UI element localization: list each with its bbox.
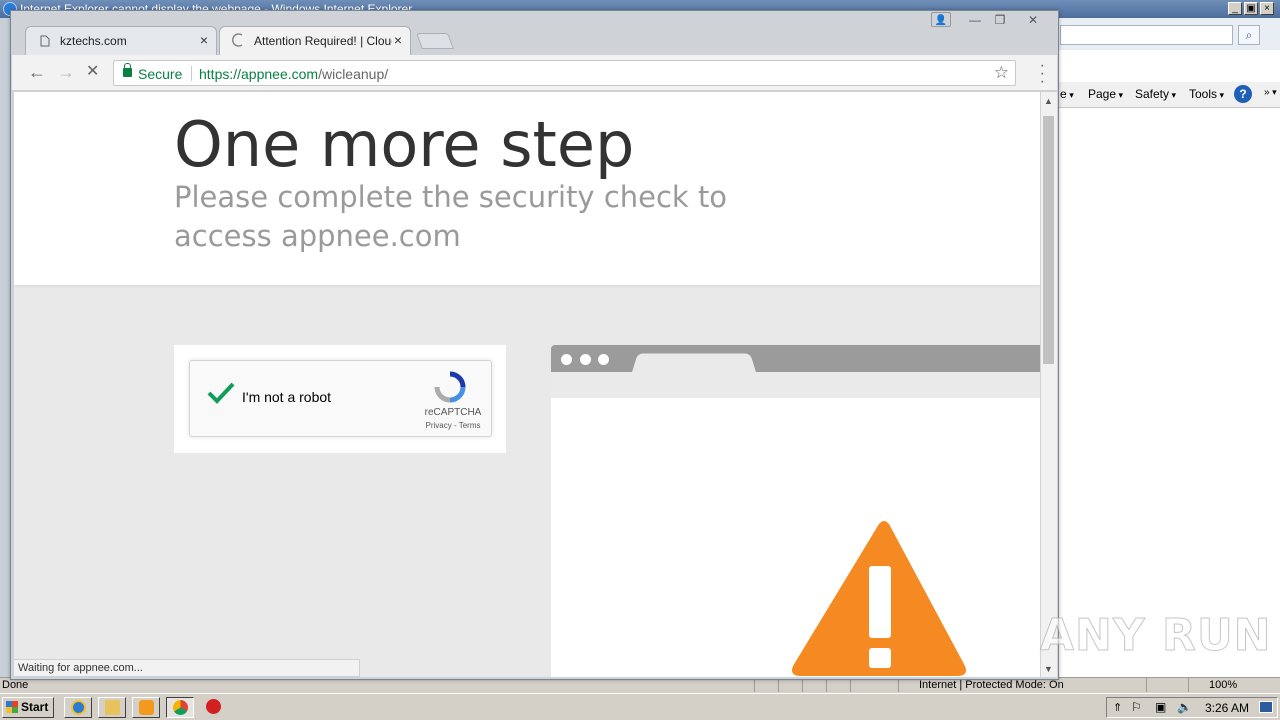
network-icon[interactable]: ▣ <box>1155 700 1166 714</box>
ie-restore-button[interactable]: ▣ <box>1244 2 1258 15</box>
ie-tools-menu[interactable]: Tools <box>1189 87 1224 101</box>
forward-arrow-icon[interactable]: → <box>57 63 75 81</box>
loading-spinner-icon <box>232 33 246 50</box>
taskbar-ie-button[interactable] <box>64 697 92 718</box>
url-text[interactable]: https://appnee.com/wicleanup/ <box>199 66 388 82</box>
page-viewport: One more step Please complete the securi… <box>14 92 1040 677</box>
scroll-down-icon[interactable]: ▼ <box>1044 664 1053 674</box>
warning-triangle-icon <box>789 518 969 677</box>
ie-zoom-level[interactable]: 100% <box>1188 678 1266 692</box>
page-title: One more step <box>174 108 635 181</box>
new-tab-button[interactable] <box>416 33 454 49</box>
not-a-robot-label: I'm not a robot <box>242 389 332 405</box>
mock-browser-bar <box>551 345 1040 373</box>
omnibox-divider <box>191 66 192 81</box>
privacy-terms-links[interactable]: Privacy - Terms <box>420 421 486 430</box>
ie-close-button[interactable]: × <box>1260 2 1274 15</box>
taskbar-chrome-button[interactable] <box>166 697 194 718</box>
scroll-up-icon[interactable]: ▲ <box>1044 96 1053 106</box>
tab-attention-required[interactable]: Attention Required! | Cloudflare × <box>219 26 411 55</box>
ie-minimize-button[interactable]: _ <box>1228 2 1242 15</box>
ie-page-menu[interactable]: Page <box>1088 87 1123 101</box>
recaptcha-logo-icon <box>434 371 466 406</box>
ie-status-text: Done <box>2 679 29 691</box>
chrome-window: kztechs.com × Attention Required! | Clou… <box>10 10 1059 680</box>
ie-chevron-icon[interactable]: » <box>1264 87 1277 98</box>
taskbar-media-button[interactable] <box>132 697 160 718</box>
url-path: /wicleanup/ <box>318 66 389 82</box>
anyrun-watermark: ANY RUN <box>1040 610 1272 662</box>
taskbar: Start ⇑ ⚐ ▣ 🔈 3:26 AM <box>0 693 1280 720</box>
checkmark-icon[interactable] <box>206 381 236 408</box>
page-header: One more step Please complete the securi… <box>14 92 1040 285</box>
show-desktop-icon[interactable] <box>1259 701 1273 713</box>
ie-cmd-partial[interactable]: e <box>1060 87 1074 101</box>
ie-safety-menu[interactable]: Safety <box>1135 87 1176 101</box>
ie-search-icon[interactable]: ⌕ <box>1238 25 1260 45</box>
ie-content-area <box>1058 18 1280 678</box>
start-label: Start <box>21 700 49 714</box>
close-icon[interactable]: × <box>394 32 402 48</box>
chrome-icon <box>173 700 188 715</box>
minimize-button[interactable]: — <box>963 12 987 28</box>
scrollbar-thumb[interactable] <box>1043 116 1054 364</box>
recaptcha-widget[interactable]: I'm not a robot reCAPTCHA Privacy - Term… <box>189 360 492 437</box>
stop-icon <box>206 699 221 714</box>
volume-icon[interactable]: 🔈 <box>1177 700 1192 714</box>
ie-icon <box>71 700 86 715</box>
windows-flag-icon <box>6 701 18 713</box>
recaptcha-brand: reCAPTCHA <box>424 407 482 418</box>
chrome-menu-icon[interactable]: · · · <box>1040 58 1045 90</box>
secure-label: Secure <box>138 66 183 82</box>
tab-kztechs[interactable]: kztechs.com × <box>25 26 217 55</box>
browser-illustration <box>551 345 1040 677</box>
folder-icon <box>105 700 120 715</box>
ie-frame-left <box>0 18 10 678</box>
captcha-panel: I'm not a robot reCAPTCHA Privacy - Term… <box>174 345 506 453</box>
ie-command-bar: e Page Safety Tools ? » <box>1058 82 1280 108</box>
start-button[interactable]: Start <box>2 697 54 718</box>
tab-title: kztechs.com <box>60 34 127 48</box>
ie-search-input[interactable] <box>1060 25 1233 45</box>
url-host: https://appnee.com <box>199 66 319 82</box>
chrome-status-bubble: Waiting for appnee.com... <box>14 659 360 677</box>
back-arrow-icon[interactable]: ← <box>28 63 46 81</box>
media-player-icon <box>139 700 154 715</box>
ie-help-icon[interactable]: ? <box>1234 85 1252 103</box>
profile-icon[interactable]: 👤 <box>931 12 951 27</box>
tab-title: Attention Required! | Cloudflare <box>254 34 392 48</box>
lock-icon <box>123 63 132 77</box>
restore-button[interactable]: ❐ <box>988 12 1012 28</box>
stop-loading-icon[interactable]: ✕ <box>86 63 99 81</box>
taskbar-explorer-button[interactable] <box>98 697 126 718</box>
page-scrollbar[interactable]: ▲ ▼ <box>1041 92 1057 677</box>
page-subtitle: Please complete the security check to ac… <box>174 180 728 253</box>
close-window-button[interactable]: ✕ <box>1021 12 1045 28</box>
system-tray: ⇑ ⚐ ▣ 🔈 3:26 AM <box>1106 697 1278 718</box>
tray-expand-icon[interactable]: ⇑ <box>1113 701 1122 714</box>
omnibox[interactable]: Secure https://appnee.com/wicleanup/ ☆ <box>113 60 1016 86</box>
mock-browser-body <box>551 398 1040 677</box>
flag-icon[interactable]: ⚐ <box>1131 700 1142 714</box>
chrome-toolbar: ← → ✕ Secure https://appnee.com/wicleanu… <box>12 55 1057 91</box>
ie-security-icon[interactable] <box>1146 678 1188 692</box>
page-icon <box>40 35 50 50</box>
bookmark-star-icon[interactable]: ☆ <box>994 63 1009 83</box>
clock[interactable]: 3:26 AM <box>1205 701 1249 715</box>
ie-zone-status: Internet | Protected Mode: On <box>898 678 1146 692</box>
close-icon[interactable]: × <box>200 32 208 48</box>
taskbar-stop-button[interactable] <box>200 697 228 718</box>
